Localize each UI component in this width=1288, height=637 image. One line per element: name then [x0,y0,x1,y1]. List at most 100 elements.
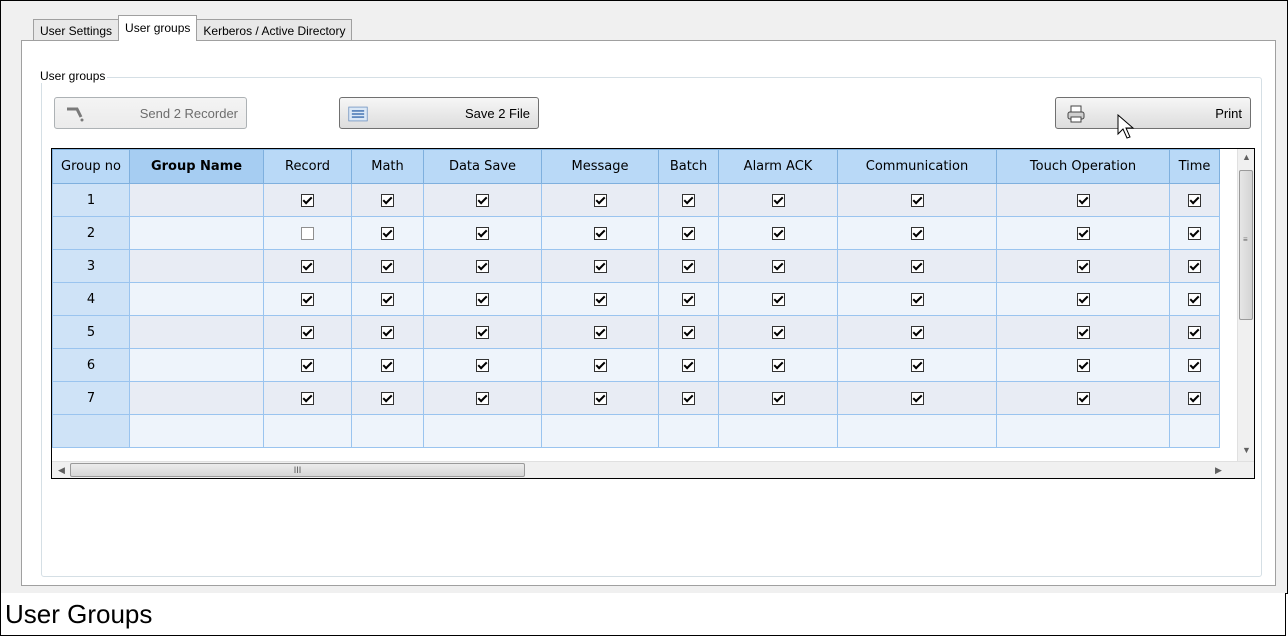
permission-checkbox[interactable] [1188,193,1201,207]
permission-checkbox[interactable] [910,259,924,273]
group-no-cell: 7 [52,381,130,415]
tab-user-groups[interactable]: User groups [118,15,198,41]
permission-checkbox[interactable] [1188,259,1201,273]
permission-checkbox[interactable] [301,391,314,405]
permission-checkbox[interactable] [593,292,607,306]
group-name-cell[interactable] [129,183,264,217]
column-header[interactable]: Touch Operation [996,149,1170,184]
column-header[interactable]: Data Save [423,149,542,184]
horizontal-scrollbar[interactable]: ◀ III ▶ [52,461,1254,478]
permission-checkbox[interactable] [1188,292,1201,306]
group-name-cell[interactable] [129,348,264,382]
tab-kerberos-active-directory[interactable]: Kerberos / Active Directory [196,19,353,41]
permission-checkbox[interactable] [381,391,394,405]
group-name-cell[interactable] [129,282,264,316]
permission-checkbox[interactable] [301,226,314,240]
permission-checkbox[interactable] [771,391,785,405]
permission-checkbox[interactable] [476,226,489,240]
column-header[interactable]: Batch [658,149,719,184]
permission-checkbox[interactable] [771,325,785,339]
permission-checkbox[interactable] [910,226,924,240]
permission-cell [837,348,997,382]
permission-checkbox[interactable] [910,325,924,339]
permission-checkbox[interactable] [593,358,607,372]
permission-checkbox[interactable] [771,226,785,240]
permission-checkbox[interactable] [476,259,489,273]
save-to-file-button[interactable]: Save 2 File [339,97,539,129]
printer-icon [1067,105,1085,123]
permission-checkbox[interactable] [381,325,394,339]
permission-checkbox[interactable] [381,292,394,306]
send-to-recorder-button[interactable]: Send 2 Recorder [54,97,247,129]
horizontal-scroll-thumb[interactable]: III [70,463,525,477]
scroll-left-arrow-icon[interactable]: ◀ [58,465,65,476]
scroll-right-arrow-icon[interactable]: ▶ [1215,465,1222,476]
user-groups-grid[interactable]: Group no Group Name Record Math Data Save Mes… [51,148,1255,479]
permission-checkbox[interactable] [301,193,314,207]
permission-checkbox[interactable] [1188,391,1201,405]
permission-checkbox[interactable] [1188,358,1201,372]
permission-checkbox[interactable] [682,391,695,405]
permission-checkbox[interactable] [1076,391,1090,405]
permission-checkbox[interactable] [381,226,394,240]
permission-checkbox[interactable] [771,292,785,306]
column-header[interactable]: Math [351,149,424,184]
permission-checkbox[interactable] [1076,226,1090,240]
group-name-cell[interactable] [129,216,264,250]
permission-checkbox[interactable] [1188,325,1201,339]
permission-checkbox[interactable] [771,259,785,273]
permission-checkbox[interactable] [682,292,695,306]
permission-checkbox[interactable] [476,325,489,339]
permission-checkbox[interactable] [682,193,695,207]
permission-checkbox[interactable] [381,193,394,207]
permission-checkbox[interactable] [476,391,489,405]
permission-checkbox[interactable] [910,358,924,372]
column-header[interactable]: Record [263,149,352,184]
permission-checkbox[interactable] [682,325,695,339]
column-header[interactable]: Message [541,149,659,184]
permission-checkbox[interactable] [682,226,695,240]
permission-checkbox[interactable] [593,226,607,240]
vertical-scroll-thumb[interactable]: ≡ [1239,170,1253,320]
permission-checkbox[interactable] [910,193,924,207]
permission-cell [837,282,997,316]
permission-checkbox[interactable] [593,325,607,339]
permission-checkbox[interactable] [301,325,314,339]
permission-checkbox[interactable] [1076,259,1090,273]
permission-checkbox[interactable] [1076,193,1090,207]
group-name-cell[interactable] [129,381,264,415]
permission-checkbox[interactable] [301,259,314,273]
permission-checkbox[interactable] [476,292,489,306]
permission-checkbox[interactable] [593,259,607,273]
permission-checkbox[interactable] [476,193,489,207]
group-name-cell[interactable] [129,315,264,349]
group-name-cell[interactable] [129,249,264,283]
column-header[interactable]: Group Name [129,149,264,184]
permission-checkbox[interactable] [301,292,314,306]
permission-checkbox[interactable] [1076,325,1090,339]
permission-checkbox[interactable] [476,358,489,372]
permission-checkbox[interactable] [301,358,314,372]
permission-checkbox[interactable] [1076,292,1090,306]
vertical-scrollbar[interactable]: ▲ ≡ ▼ [1237,149,1254,462]
column-header[interactable]: Time [1169,149,1220,184]
print-button[interactable]: Print [1055,97,1251,129]
permission-checkbox[interactable] [1076,358,1090,372]
column-header[interactable]: Alarm ACK [718,149,838,184]
permission-checkbox[interactable] [771,193,785,207]
column-header[interactable]: Communication [837,149,997,184]
permission-checkbox[interactable] [593,193,607,207]
permission-checkbox[interactable] [682,259,695,273]
permission-checkbox[interactable] [682,358,695,372]
scroll-up-arrow-icon[interactable]: ▲ [1242,152,1251,162]
permission-checkbox[interactable] [910,292,924,306]
permission-checkbox[interactable] [381,259,394,273]
permission-checkbox[interactable] [1188,226,1201,240]
permission-checkbox[interactable] [381,358,394,372]
column-header[interactable]: Group no [52,149,130,184]
permission-checkbox[interactable] [910,391,924,405]
permission-checkbox[interactable] [593,391,607,405]
permission-checkbox[interactable] [771,358,785,372]
tab-user-settings[interactable]: User Settings [33,19,120,41]
scroll-down-arrow-icon[interactable]: ▼ [1242,445,1251,455]
